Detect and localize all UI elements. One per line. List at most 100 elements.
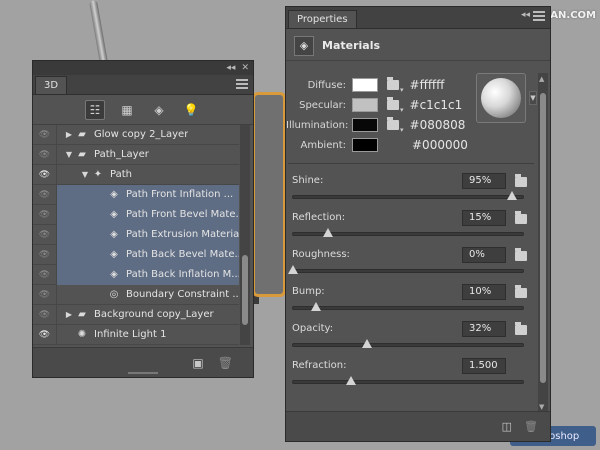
selected-3d-object-outline[interactable]: [252, 92, 286, 297]
layer-body[interactable]: ✺ Infinite Light 1: [57, 325, 239, 345]
twirl-arrow-icon[interactable]: ▶: [63, 310, 75, 319]
texture-menu-arrow-icon[interactable]: ▾: [400, 106, 404, 114]
slider-knob[interactable]: [288, 265, 298, 274]
layer-body[interactable]: ▼ ▰ Path_Layer: [57, 145, 239, 165]
layer-row[interactable]: 👁 ▶ ▰ Background copy_Layer: [33, 304, 239, 325]
color-swatch[interactable]: [352, 138, 378, 152]
light-filter-icon[interactable]: 💡: [181, 100, 201, 120]
layer-row[interactable]: 👁 ◈ Path Front Bevel Mate...: [33, 204, 239, 225]
texture-folder-icon[interactable]: [387, 117, 399, 130]
layer-body[interactable]: ◈ Path Front Bevel Mate...: [57, 204, 239, 225]
mesh-filter-icon[interactable]: ▦: [117, 100, 137, 120]
layer-name: Infinite Light 1: [94, 329, 167, 340]
layer-body[interactable]: ◈ Path Extrusion Material: [57, 224, 239, 245]
trash-icon[interactable]: 🗑: [524, 420, 538, 433]
scrollbar-thumb[interactable]: [242, 255, 248, 325]
slider-track[interactable]: [292, 228, 524, 237]
new-object-icon[interactable]: ▣: [192, 356, 203, 370]
collapse-panel-icon[interactable]: ◂◂: [521, 10, 530, 20]
texture-folder-icon[interactable]: [515, 211, 527, 224]
close-panel-icon[interactable]: ✕: [241, 63, 249, 73]
visibility-eye-icon[interactable]: 👁: [33, 184, 57, 205]
tab-properties[interactable]: Properties: [288, 10, 357, 28]
slider-knob[interactable]: [506, 191, 517, 200]
texture-folder-icon[interactable]: [515, 248, 527, 261]
texture-folder-icon[interactable]: [515, 322, 527, 335]
visibility-eye-icon[interactable]: 👁: [33, 264, 57, 285]
layer-row[interactable]: 👁 ◈ Path Back Inflation M...: [33, 264, 239, 285]
layer-row[interactable]: 👁 ◈ Path Front Inflation ...: [33, 184, 239, 205]
material-filter-icon[interactable]: ◈: [149, 100, 169, 120]
layer-group-icon: ▰: [78, 149, 86, 160]
layer-row[interactable]: 👁 ◎ Boundary Constraint ...: [33, 284, 239, 305]
panel-menu-icon[interactable]: [533, 11, 545, 21]
layer-body[interactable]: ◎ Boundary Constraint ...: [57, 285, 239, 305]
visibility-eye-icon[interactable]: 👁: [33, 304, 57, 325]
layer-name: Path Back Bevel Mate...: [126, 249, 239, 260]
scrollbar-thumb[interactable]: [540, 93, 546, 383]
twirl-arrow-icon[interactable]: ▼: [79, 170, 91, 179]
layer-row[interactable]: 👁 ▼ ▰ Path_Layer: [33, 144, 239, 165]
slider-track[interactable]: [292, 191, 524, 200]
collapse-panel-icon[interactable]: ◂◂: [226, 63, 235, 73]
visibility-eye-icon[interactable]: 👁: [33, 204, 57, 225]
slider-track[interactable]: [288, 265, 524, 274]
layer-row[interactable]: 👁 ▼ ✦ Path: [33, 164, 239, 185]
scene-filter-icon[interactable]: ☷: [85, 99, 105, 120]
visibility-eye-icon[interactable]: 👁: [33, 244, 57, 265]
render-icon[interactable]: ◫: [502, 420, 512, 433]
slider-track[interactable]: [292, 302, 524, 311]
slider-value-field[interactable]: 10%: [462, 284, 506, 300]
visibility-eye-icon[interactable]: 👁: [33, 224, 57, 245]
properties-scrollbar[interactable]: ▲ ▼: [538, 73, 548, 413]
twirl-arrow-icon[interactable]: ▼: [63, 150, 75, 159]
slider-knob[interactable]: [311, 302, 321, 311]
layer-row[interactable]: 👁 ◈ Path Back Bevel Mate...: [33, 244, 239, 265]
scroll-down-icon[interactable]: ▼: [539, 403, 544, 411]
slider-value-field[interactable]: 15%: [462, 210, 506, 226]
slider-knob[interactable]: [361, 339, 372, 348]
resize-grip[interactable]: [128, 372, 158, 374]
slider-value-field[interactable]: 32%: [462, 321, 506, 337]
slider-value-field[interactable]: 0%: [462, 247, 506, 263]
layer-row[interactable]: 👁 ▶ ▰ Glow copy 2_Layer: [33, 125, 239, 145]
layer-row[interactable]: 👁 ✺ Infinite Light 1: [33, 324, 239, 345]
visibility-eye-icon[interactable]: 👁: [33, 284, 57, 305]
tab-3d[interactable]: 3D: [35, 76, 68, 94]
texture-menu-arrow-icon[interactable]: ▾: [400, 126, 404, 134]
visibility-eye-icon[interactable]: 👁: [33, 324, 57, 345]
properties-tab-row: Properties ◂◂: [286, 7, 550, 29]
texture-folder-icon[interactable]: [515, 285, 527, 298]
twirl-arrow-icon[interactable]: ▶: [63, 130, 75, 139]
slider-track[interactable]: [292, 376, 524, 385]
slider-group: Bump: 10%: [286, 284, 536, 322]
visibility-eye-icon[interactable]: 👁: [33, 125, 57, 145]
texture-menu-arrow-icon[interactable]: ▾: [400, 86, 404, 94]
color-swatch[interactable]: [352, 78, 378, 92]
slider-label: Bump:: [292, 286, 325, 297]
layer-body[interactable]: ▶ ▰ Background copy_Layer: [57, 305, 239, 325]
color-swatch[interactable]: [352, 118, 378, 132]
texture-folder-icon[interactable]: [387, 97, 399, 110]
trash-icon[interactable]: 🗑: [218, 356, 233, 370]
texture-folder-icon[interactable]: [515, 174, 527, 187]
layer-body[interactable]: ▼ ✦ Path: [57, 165, 239, 185]
slider-value-field[interactable]: 1.500: [462, 358, 506, 374]
slider-track[interactable]: [292, 339, 524, 348]
texture-folder-icon[interactable]: [387, 77, 399, 90]
slider-knob[interactable]: [322, 228, 333, 237]
layer-body[interactable]: ◈ Path Front Inflation ...: [57, 184, 239, 205]
layer-row[interactable]: 👁 ◈ Path Extrusion Material: [33, 224, 239, 245]
3d-list-scrollbar[interactable]: [240, 125, 250, 345]
visibility-eye-icon[interactable]: 👁: [33, 164, 57, 185]
slider-knob[interactable]: [345, 376, 356, 385]
layer-body[interactable]: ◈ Path Back Inflation M...: [57, 264, 239, 285]
color-swatch[interactable]: [352, 98, 378, 112]
layer-body[interactable]: ▶ ▰ Glow copy 2_Layer: [57, 125, 239, 145]
layer-name: Path Back Inflation M...: [126, 269, 239, 280]
visibility-eye-icon[interactable]: 👁: [33, 144, 57, 165]
slider-value-field[interactable]: 95%: [462, 173, 506, 189]
panel-menu-icon[interactable]: [236, 79, 248, 89]
layer-body[interactable]: ◈ Path Back Bevel Mate...: [57, 244, 239, 265]
scroll-up-icon[interactable]: ▲: [539, 75, 544, 83]
